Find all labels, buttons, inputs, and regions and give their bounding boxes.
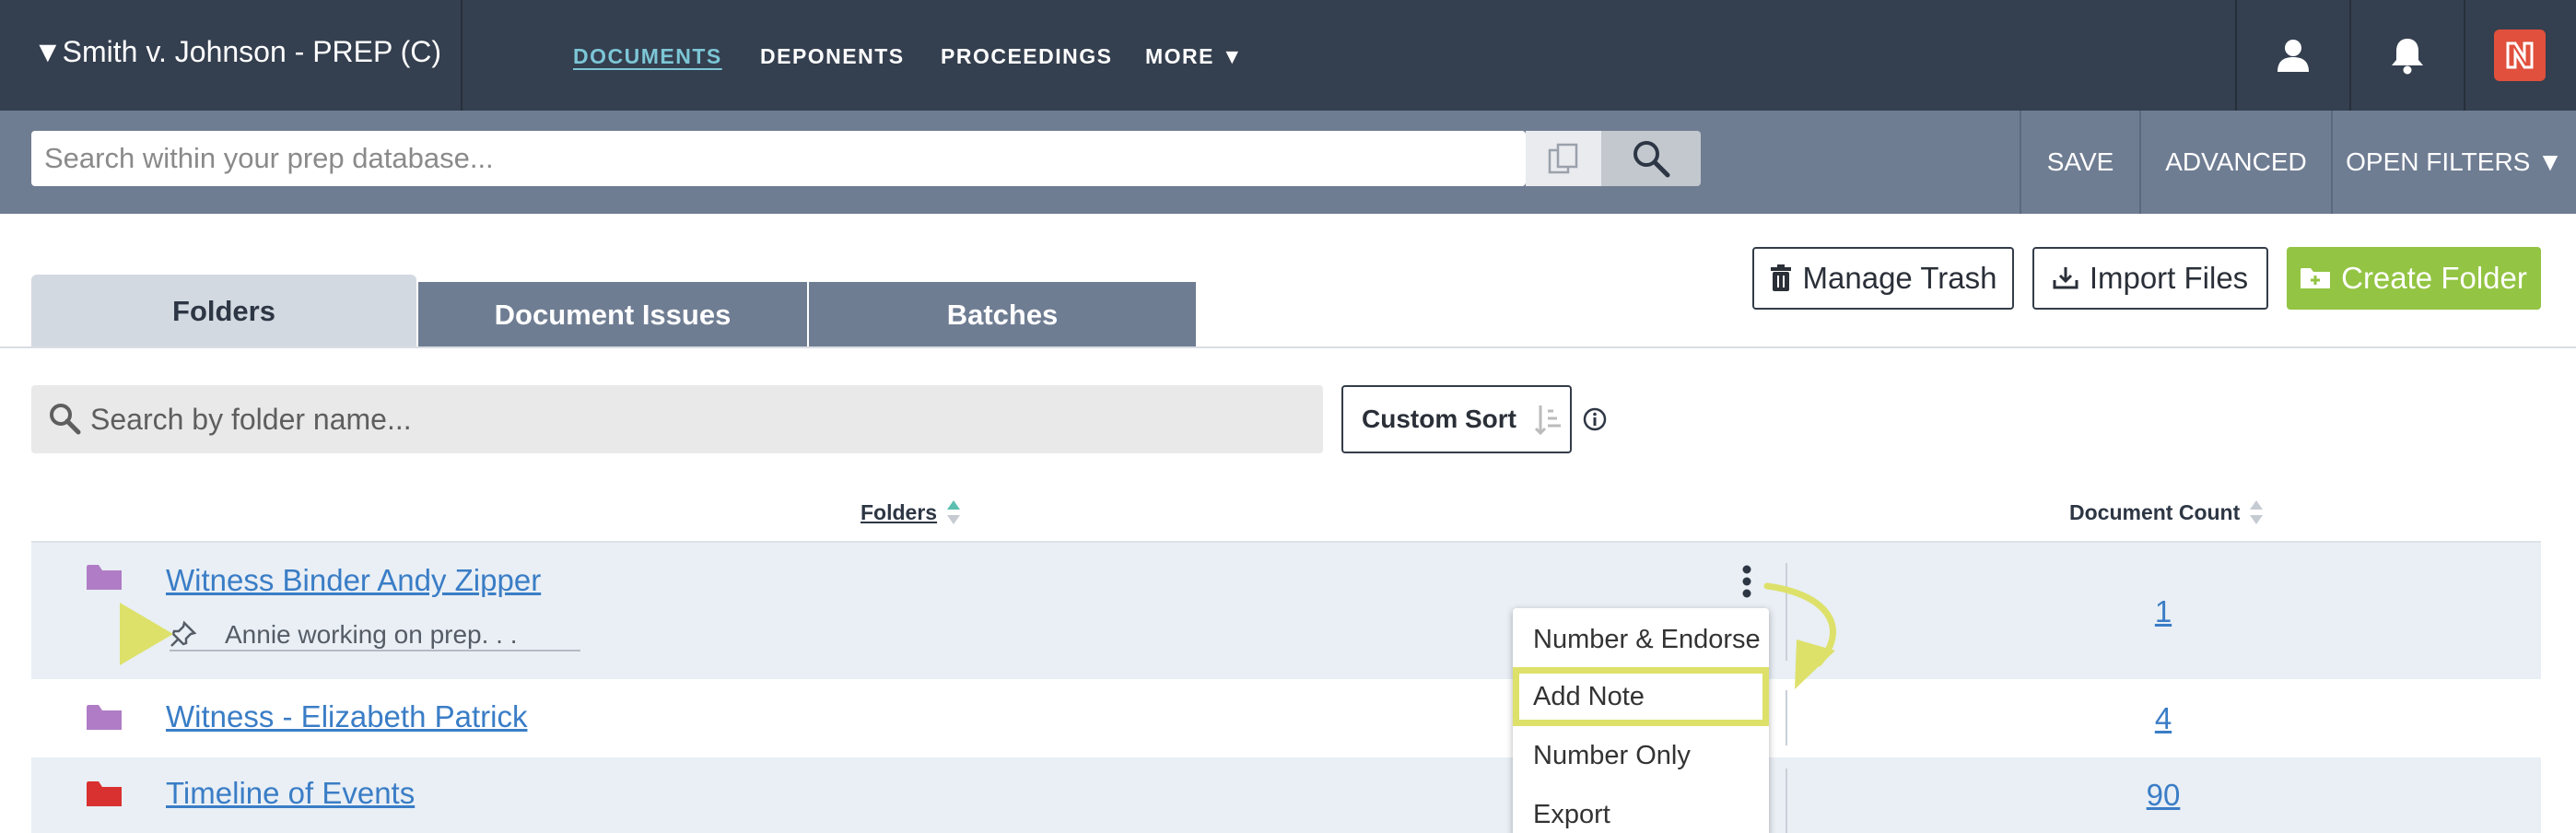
folders-header-label: Folders [861,499,938,524]
annotation-curved-arrow-icon [1763,582,1836,689]
folder-context-menu: Number & Endorse Add Note Number Only Ex… [1513,608,1769,833]
menu-item-add-note[interactable]: Add Note [1513,667,1769,726]
user-icon [2277,40,2309,72]
note-underline [170,650,580,651]
advanced-button[interactable]: ADVANCED [2139,111,2331,214]
more-options-icon[interactable] [1741,565,1752,598]
folder-icon [87,781,122,806]
info-icon[interactable] [1583,407,1607,431]
menu-item-number-only[interactable]: Number Only [1513,726,1769,785]
folder-link[interactable]: Timeline of Events [166,776,415,811]
folder-icon [87,565,122,590]
manage-trash-button[interactable]: Manage Trash [1752,247,2014,310]
nav-divider [461,0,463,111]
custom-sort-button[interactable]: Custom Sort [1341,385,1572,453]
document-count-link[interactable]: 90 [2117,778,2209,813]
user-button[interactable] [2237,0,2349,111]
save-button[interactable]: SAVE [2020,111,2139,214]
folder-search-input[interactable] [90,385,1306,453]
open-filters-button[interactable]: OPEN FILTERS ▼ [2331,111,2576,214]
copy-icon [1548,143,1578,174]
tab-folders[interactable]: Folders [31,275,416,348]
top-nav: ▼Smith v. Johnson - PREP (C) DOCUMENTS D… [0,0,2576,111]
download-icon [2053,267,2078,289]
nav-more[interactable]: MORE ▼ [1145,44,1244,69]
column-separator [1786,768,1787,833]
menu-item-export[interactable]: Export [1513,785,1769,833]
menu-item-number-endorse[interactable]: Number & Endorse [1513,610,1769,669]
nav-deponents[interactable]: DEPONENTS [760,44,905,69]
table-row[interactable]: Witness - Elizabeth Patrick 4 [31,679,2541,755]
custom-sort-label: Custom Sort [1362,405,1516,433]
folder-search [31,385,1323,453]
folder-link[interactable]: Witness - Elizabeth Patrick [166,699,527,734]
manage-trash-label: Manage Trash [1802,261,1997,295]
bell-icon [2392,39,2423,75]
folder-note[interactable]: Annie working on prep. . . [225,620,518,650]
sort-icon [1535,405,1561,435]
search-icon [1633,141,1670,178]
folders-column-header[interactable]: Folders [861,499,961,525]
import-files-button[interactable]: Import Files [2032,247,2268,310]
import-files-label: Import Files [2089,261,2249,295]
sort-arrows-icon [947,500,961,524]
sort-arrows-icon [2250,500,2264,524]
nav-documents[interactable]: DOCUMENTS [573,44,722,69]
create-folder-label: Create Folder [2341,261,2527,295]
tab-document-issues[interactable]: Document Issues [418,282,807,348]
create-folder-button[interactable]: Create Folder [2287,247,2541,310]
search-icon [50,404,81,435]
annotation-pointer-icon [120,603,173,665]
folder-plus-icon [2301,268,2331,288]
folder-link[interactable]: Witness Binder Andy Zipper [166,563,541,598]
column-separator [1786,690,1787,745]
tab-underline [0,346,2576,348]
tab-batches[interactable]: Batches [809,282,1196,348]
table-row[interactable]: Witness Binder Andy Zipper Annie working… [31,543,2541,679]
app-logo[interactable] [2464,0,2576,111]
document-count-header-label: Document Count [2069,499,2241,524]
search-toolbar: SAVE ADVANCED OPEN FILTERS ▼ [0,111,2576,214]
database-search-input[interactable] [31,131,1526,186]
document-count-link[interactable]: 4 [2117,701,2209,736]
nav-proceedings[interactable]: PROCEEDINGS [941,44,1112,69]
document-count-column-header[interactable]: Document Count [2069,499,2264,525]
table-row[interactable]: Timeline of Events 90 [31,757,2541,833]
trash-icon [1770,264,1791,291]
case-selector[interactable]: ▼Smith v. Johnson - PREP (C) [33,35,441,69]
document-count-link[interactable]: 1 [2117,594,2209,629]
copy-button[interactable] [1526,131,1601,186]
folder-icon [87,705,122,730]
brand-logo-icon [2494,29,2546,81]
search-button[interactable] [1601,131,1701,186]
notifications-button[interactable] [2351,0,2464,111]
